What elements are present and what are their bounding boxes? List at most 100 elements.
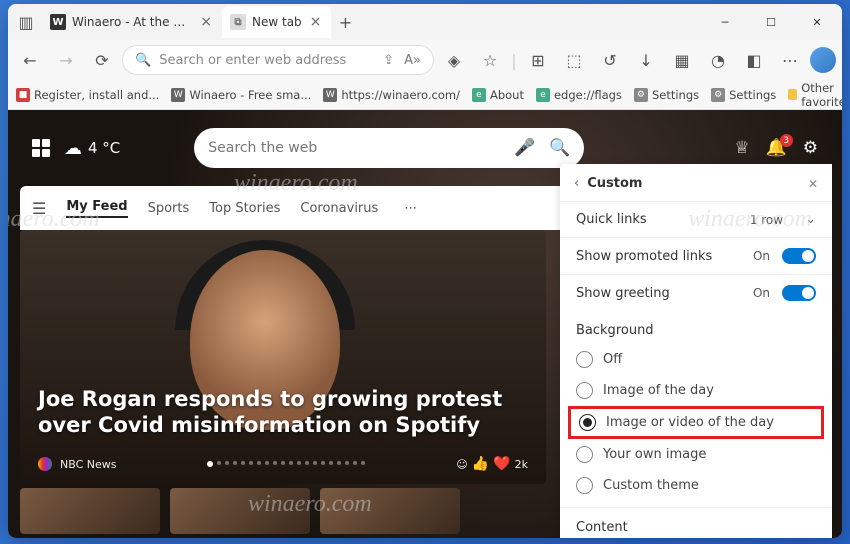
titlebar: ▥ W Winaero - At the edge of tweaki × ⧉ … [8,4,842,40]
radio-own-image[interactable]: Your own image [560,439,832,470]
notifications-icon[interactable]: 🔔3 [766,138,787,158]
menu-icon[interactable]: ⋯ [774,44,806,76]
back-chevron-icon[interactable]: ‹ [574,176,579,191]
like-icon: 👍 [472,456,489,472]
web-search-input[interactable]: Search the web 🎤 🔍 [194,128,584,168]
search-placeholder: Search the web [208,140,317,156]
content-area: ☁ 4 °C Search the web 🎤 🔍 ♕ 🔔3 ⚙ ☰ My Fe… [8,110,842,538]
history-icon[interactable]: ↺ [594,44,626,76]
reaction-count: 2k [515,458,528,471]
mic-icon[interactable]: 🎤 [514,138,535,158]
window-controls: ─ ☐ ✕ [702,6,840,38]
row-promoted-links: Show promoted links On [560,237,832,274]
rewards-icon[interactable]: ♕ [734,138,749,158]
favorites-icon[interactable]: ☆ [474,44,506,76]
reactions[interactable]: ☺ 👍 ❤️ 2k [456,456,528,472]
shield-icon[interactable]: ◈ [438,44,470,76]
love-icon: ❤️ [493,456,510,472]
feed-thumbnails [20,488,460,534]
toggle-greeting[interactable] [782,285,816,301]
notification-badge: 3 [780,134,793,147]
collections-icon[interactable]: ⊞ [522,44,554,76]
row-greeting: Show greeting On [560,274,832,311]
address-bar[interactable]: 🔍 Search or enter web address ⇪ A» [122,45,434,75]
tab-winaero[interactable]: W Winaero - At the edge of tweaki × [42,6,222,38]
close-icon[interactable]: × [198,14,214,30]
feed-tab-sports[interactable]: Sports [148,201,190,216]
forward-button[interactable]: → [50,44,82,76]
settings-gear-icon[interactable]: ⚙ [803,138,818,158]
close-panel-icon[interactable]: ✕ [808,177,818,191]
feed-tab-myfeed[interactable]: My Feed [66,199,127,218]
bookmark-register[interactable]: ■Register, install and... [16,88,159,102]
other-favorites[interactable]: Other favorites [788,81,842,109]
toolbar: ← → ⟳ 🔍 Search or enter web address ⇪ A»… [8,40,842,80]
chevron-down-icon: ⌄ [805,212,816,227]
performance-icon[interactable]: ◔ [702,44,734,76]
background-section-label: Background [560,311,832,344]
carousel-dots[interactable] [124,461,448,467]
radio-custom-theme[interactable]: Custom theme [560,470,832,501]
refresh-button[interactable]: ⟳ [86,44,118,76]
search-icon: 🔍 [135,53,151,68]
bookmark-winaero2[interactable]: Whttps://winaero.com/ [323,88,460,102]
close-window-button[interactable]: ✕ [794,6,840,38]
app-launcher-icon[interactable] [32,139,50,157]
feed-tab-coronavirus[interactable]: Coronavirus [300,201,378,216]
tab-label: Winaero - At the edge of tweaki [72,15,192,29]
nbc-logo-icon [38,457,52,471]
address-placeholder: Search or enter web address [159,53,346,68]
back-button[interactable]: ← [14,44,46,76]
minimize-button[interactable]: ─ [702,6,748,38]
thumbnail-card[interactable] [170,488,310,534]
maximize-button[interactable]: ☐ [748,6,794,38]
panel-header: ‹ Custom ✕ [560,176,832,201]
feed-tab-topstories[interactable]: Top Stories [209,201,280,216]
tab-newtab[interactable]: ⧉ New tab × [222,6,331,38]
read-aloud-icon[interactable]: A» [404,53,421,68]
share-icon[interactable]: ⇪ [383,53,394,68]
article-headline: Joe Rogan responds to growing protest ov… [38,386,528,439]
row-quicklinks[interactable]: Quick links 1 row ⌄ [560,201,832,237]
bookmark-flags[interactable]: eedge://flags [536,88,622,102]
tab-actions-button[interactable]: ▥ [10,13,42,32]
bookmark-winaero[interactable]: WWinaero - Free sma... [171,88,311,102]
custom-settings-panel: ‹ Custom ✕ Quick links 1 row ⌄ Show prom… [560,164,832,538]
bookmark-settings2[interactable]: ⚙Settings [711,88,776,102]
radio-image-or-video[interactable]: Image or video of the day [568,406,824,439]
radio-image-of-day[interactable]: Image of the day [560,375,832,406]
bookmark-about[interactable]: eAbout [472,88,524,102]
favicon-winaero: W [50,14,66,30]
search-icon[interactable]: 🔍 [549,138,570,158]
folder-icon [788,89,797,100]
content-section-label: Content [560,507,832,538]
favicon-newtab: ⧉ [230,14,246,30]
article-footer: NBC News ☺ 👍 ❤️ 2k [38,456,528,472]
apps-icon[interactable]: ▦ [666,44,698,76]
profile-avatar[interactable] [810,47,836,73]
extensions-icon[interactable]: ⬚ [558,44,590,76]
close-icon[interactable]: × [308,14,324,30]
feed-more-icon[interactable]: ⋯ [404,201,417,216]
feed-article-card[interactable]: Joe Rogan responds to growing protest ov… [20,230,546,484]
article-source: NBC News [60,458,116,471]
radio-off[interactable]: Off [560,344,832,375]
divider: | [510,44,518,76]
temperature: 4 °C [88,139,120,157]
bookmark-settings1[interactable]: ⚙Settings [634,88,699,102]
cloud-icon: ☁ [64,138,82,159]
tab-label: New tab [252,15,302,29]
thumbnail-card[interactable] [20,488,160,534]
hero-top-bar: ☁ 4 °C Search the web 🎤 🔍 ♕ 🔔3 ⚙ [32,128,818,168]
extension2-icon[interactable]: ◧ [738,44,770,76]
weather-widget[interactable]: ☁ 4 °C [64,138,120,159]
feed-menu-icon[interactable]: ☰ [32,199,46,218]
thumbnail-card[interactable] [320,488,460,534]
downloads-icon[interactable]: ↓ [630,44,662,76]
toggle-promoted-links[interactable] [782,248,816,264]
new-tab-button[interactable]: + [331,8,359,36]
panel-title: Custom [587,176,642,191]
browser-window: ▥ W Winaero - At the edge of tweaki × ⧉ … [8,4,842,538]
smile-icon: ☺ [456,458,467,471]
bookmarks-bar: ■Register, install and... WWinaero - Fre… [8,80,842,110]
